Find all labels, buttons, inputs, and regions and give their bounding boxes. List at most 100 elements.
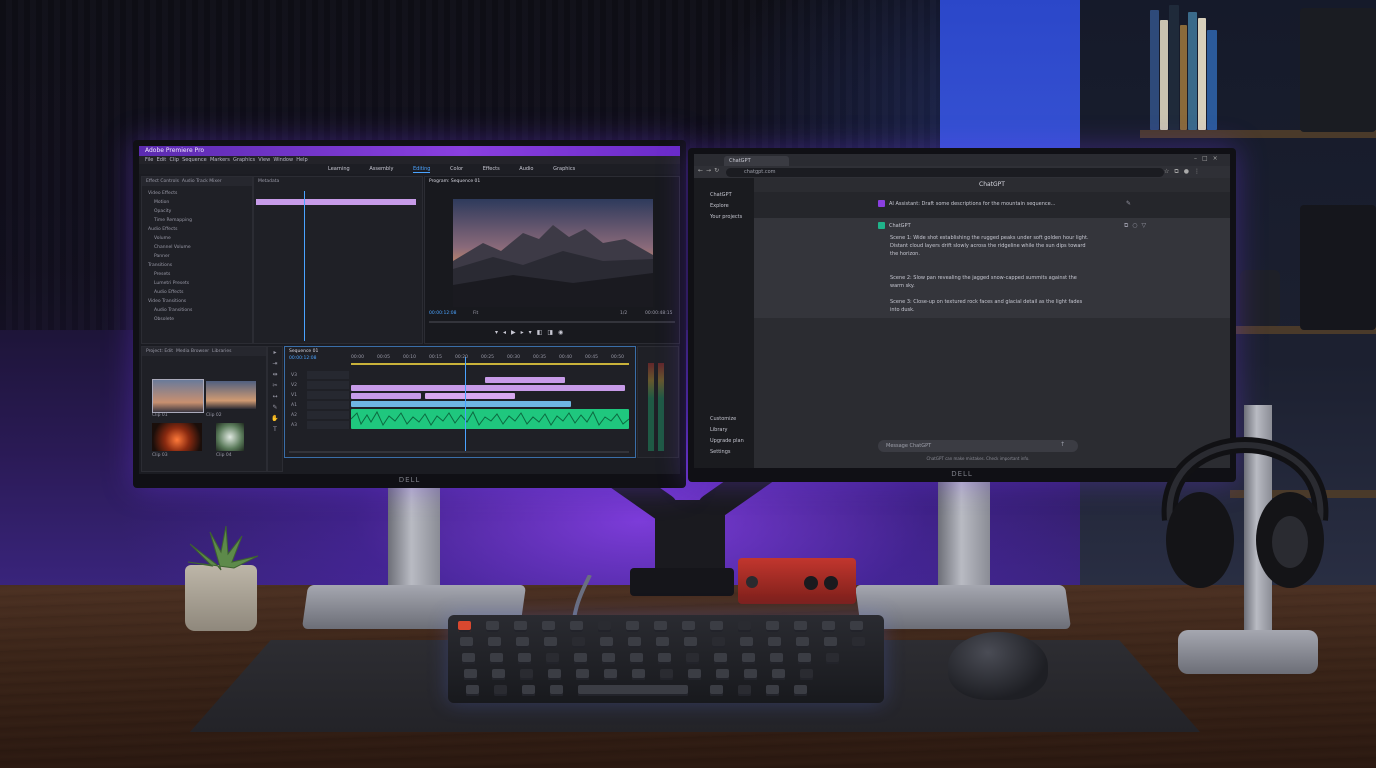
pen-tool-icon[interactable]: ✎ <box>268 402 282 413</box>
track-select-icon[interactable]: ⇥ <box>268 358 282 369</box>
menu-window[interactable]: Window <box>273 157 293 163</box>
effects-tree-item[interactable]: Audio Effects <box>148 225 246 234</box>
kebab-menu-icon[interactable]: ⋮ <box>1194 168 1205 175</box>
menu-edit[interactable]: Edit <box>157 157 167 163</box>
ripple-edit-icon[interactable]: ⇹ <box>268 369 282 380</box>
clip-v1-a[interactable] <box>351 393 421 399</box>
tab-editing[interactable]: Editing <box>413 166 431 173</box>
slip-tool-icon[interactable]: ↔ <box>268 391 282 402</box>
menu-sequence[interactable]: Sequence <box>182 157 207 163</box>
thumbs-down-icon[interactable]: ▽ <box>1142 222 1151 229</box>
effects-tree-item[interactable]: Obsolete <box>148 315 246 324</box>
menu-view[interactable]: View <box>258 157 270 163</box>
effects-tree-item[interactable]: Transitions <box>148 261 246 270</box>
forward-icon[interactable]: → <box>706 167 714 174</box>
sidebar-item-library[interactable]: Library <box>694 425 754 436</box>
tab-audio-mixer[interactable]: Audio Track Mixer <box>182 179 222 184</box>
send-icon[interactable]: ↑ <box>1060 441 1065 448</box>
lift-icon[interactable]: ◧ <box>537 329 548 336</box>
bin-thumb-3[interactable] <box>152 423 202 451</box>
bin-thumb-4[interactable] <box>216 423 244 451</box>
reload-icon[interactable]: ↻ <box>714 167 722 174</box>
clip-v2[interactable] <box>351 385 625 391</box>
hand-tool-icon[interactable]: ✋ <box>268 413 282 424</box>
step-back-icon[interactable]: ◂ <box>503 329 511 336</box>
tab-assembly[interactable]: Assembly <box>369 166 393 172</box>
effects-tree-item[interactable]: Video Transitions <box>148 297 246 306</box>
program-zoom-select[interactable]: Fit <box>473 311 478 316</box>
program-resolution-select[interactable]: 1/2 <box>620 311 627 316</box>
extensions-icon[interactable]: ⧉ <box>1174 168 1183 175</box>
extract-icon[interactable]: ◨ <box>547 329 558 336</box>
sidebar-item-upgrade[interactable]: Upgrade plan <box>694 436 754 447</box>
address-bar[interactable]: chatgpt.com <box>726 168 1164 177</box>
menu-clip[interactable]: Clip <box>169 157 178 163</box>
thumbs-up-icon[interactable]: ○ <box>1132 222 1141 229</box>
timeline-playhead[interactable] <box>465 357 466 453</box>
tab-project[interactable]: Project: Edit <box>146 349 173 354</box>
track-v2-label[interactable]: V2 <box>291 381 297 391</box>
tab-color[interactable]: Color <box>450 166 463 172</box>
timeline-ruler[interactable]: 00:00 00:05 00:10 00:15 00:20 00:25 00:3… <box>351 355 631 361</box>
effects-tree-item[interactable]: Channel Volume <box>148 243 246 252</box>
profile-icon[interactable]: ● <box>1184 168 1194 175</box>
browser-tab[interactable]: ChatGPT <box>724 156 789 166</box>
minimize-icon[interactable]: – <box>1194 155 1202 162</box>
track-a1-label[interactable]: A1 <box>291 401 297 411</box>
tab-media-browser[interactable]: Media Browser <box>176 349 209 354</box>
effects-tree-item[interactable]: Audio Transitions <box>148 306 246 315</box>
effects-tree-item[interactable]: Volume <box>148 234 246 243</box>
track-controls[interactable] <box>307 371 349 431</box>
export-frame-icon[interactable]: ◉ <box>558 329 568 336</box>
work-area-bar[interactable] <box>351 363 629 365</box>
effects-tree-item[interactable]: Motion <box>148 198 246 207</box>
menu-file[interactable]: File <box>145 157 153 163</box>
effects-tree-item[interactable]: Time Remapping <box>148 216 246 225</box>
program-scrubber[interactable] <box>429 321 675 323</box>
tab-audio[interactable]: Audio <box>519 166 533 172</box>
clip-v3[interactable] <box>485 377 565 383</box>
message-input[interactable]: Message ChatGPT <box>878 440 1078 452</box>
mark-out-icon[interactable]: ▾ <box>529 329 537 336</box>
bin-thumb-2[interactable] <box>206 381 256 409</box>
clip-a1-audio[interactable] <box>351 409 629 429</box>
close-icon[interactable]: × <box>1213 155 1223 162</box>
menu-graphics[interactable]: Graphics <box>233 157 255 163</box>
track-v1-label[interactable]: V1 <box>291 391 297 401</box>
razor-tool-icon[interactable]: ✂ <box>268 380 282 391</box>
tab-libraries[interactable]: Libraries <box>212 349 231 354</box>
sidebar-item-projects[interactable]: Your projects <box>694 212 754 223</box>
tab-effect-controls[interactable]: Effect Controls <box>146 179 179 184</box>
track-a2-label[interactable]: A2 <box>291 411 297 421</box>
type-tool-icon[interactable]: T <box>268 424 282 435</box>
timeline-scrollbar[interactable] <box>289 451 629 453</box>
sidebar-item-explore[interactable]: Explore <box>694 201 754 212</box>
tab-metadata[interactable]: Metadata <box>254 177 422 186</box>
effects-tree-item[interactable]: Audio Effects <box>148 288 246 297</box>
sidebar-item-customize[interactable]: Customize <box>694 414 754 425</box>
clip-v1-c[interactable] <box>351 401 571 407</box>
effects-tree-item[interactable]: Lumetri Presets <box>148 279 246 288</box>
tab-learning[interactable]: Learning <box>328 166 350 172</box>
effects-tree-item[interactable]: Presets <box>148 270 246 279</box>
effects-tree-item[interactable]: Video Effects <box>148 189 246 198</box>
bin-thumb-1[interactable] <box>152 379 204 413</box>
menu-markers[interactable]: Markers <box>210 157 230 163</box>
sidebar-item-settings[interactable]: Settings <box>694 447 754 458</box>
mark-in-icon[interactable]: ▾ <box>495 329 503 336</box>
sidebar-item-chatgpt[interactable]: ChatGPT <box>694 190 754 201</box>
selection-tool-icon[interactable]: ▸ <box>268 347 282 358</box>
track-a3-label[interactable]: A3 <box>291 421 297 431</box>
track-v3-label[interactable]: V3 <box>291 371 297 381</box>
bookmark-icon[interactable]: ☆ <box>1164 168 1174 175</box>
tab-effects[interactable]: Effects <box>483 166 500 172</box>
clip-v1-b[interactable] <box>425 393 515 399</box>
effects-tree-item[interactable]: Panner <box>148 252 246 261</box>
maximize-icon[interactable]: □ <box>1202 155 1213 162</box>
effects-tree-item[interactable]: Opacity <box>148 207 246 216</box>
step-forward-icon[interactable]: ▸ <box>521 329 529 336</box>
play-icon[interactable]: ▶ <box>511 329 521 336</box>
menu-help[interactable]: Help <box>296 157 307 163</box>
edit-message-icon[interactable]: ✎ <box>1126 200 1131 207</box>
back-icon[interactable]: ← <box>698 167 706 174</box>
